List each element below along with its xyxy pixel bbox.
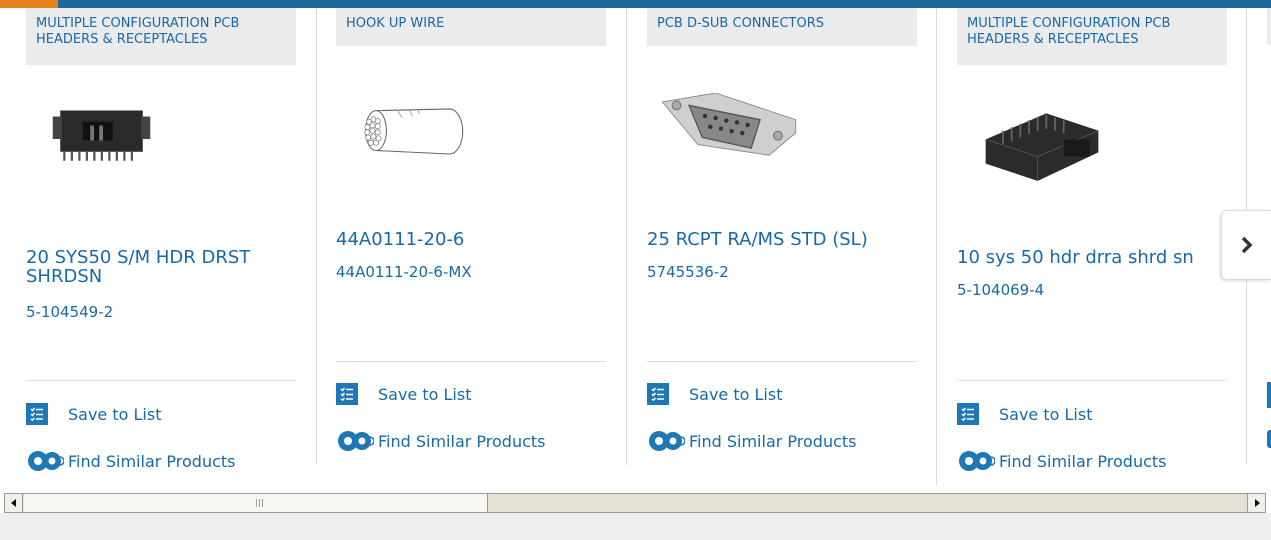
find-similar-button[interactable]: Find Similar Products bbox=[647, 428, 857, 454]
chevron-right-icon bbox=[1241, 237, 1252, 253]
scroll-right-button[interactable] bbox=[1247, 494, 1265, 512]
divider-line bbox=[647, 361, 917, 362]
product-carousel: MULTIPLE CONFIGURATION PCB HEADERS & REC… bbox=[0, 0, 1271, 490]
part-number[interactable]: 5-104549-2 bbox=[26, 303, 113, 321]
card-divider bbox=[626, 8, 627, 465]
product-image[interactable] bbox=[977, 103, 1107, 193]
save-to-list-label: Save to List bbox=[378, 384, 472, 404]
bottom-band bbox=[0, 513, 1271, 540]
triangle-right-icon bbox=[1254, 499, 1260, 507]
find-similar-label: Find Similar Products bbox=[378, 431, 546, 451]
product-image[interactable] bbox=[44, 103, 174, 193]
checklist-icon bbox=[647, 383, 669, 405]
find-similar-label: Find Similar Products bbox=[999, 451, 1167, 471]
find-similar-label: Find Similar Products bbox=[689, 431, 857, 451]
divider-line bbox=[336, 361, 606, 362]
save-to-list-label: Save to List bbox=[689, 384, 783, 404]
category-label[interactable]: HOOK UP WIRE bbox=[336, 8, 606, 46]
divider-line bbox=[957, 380, 1227, 381]
checklist-icon bbox=[957, 403, 979, 425]
find-similar-button[interactable]: Find Similar Products bbox=[336, 428, 546, 454]
part-number[interactable]: 44A0111-20-6-MX bbox=[336, 263, 472, 281]
card-divider bbox=[936, 8, 937, 485]
category-label[interactable]: PCB D-SUB CONNECTORS bbox=[647, 8, 917, 46]
product-title[interactable]: 44A0111-20-6 bbox=[336, 230, 606, 249]
next-card-checklist-icon bbox=[1267, 382, 1271, 408]
part-number[interactable]: 5-104069-4 bbox=[957, 281, 1044, 299]
scrollbar-thumb[interactable] bbox=[24, 494, 488, 512]
next-card-category bbox=[1267, 8, 1271, 45]
gears-icon bbox=[28, 451, 64, 471]
gears-icon bbox=[338, 431, 374, 451]
save-to-list-button[interactable]: Save to List bbox=[957, 403, 1092, 425]
product-card: MULTIPLE CONFIGURATION PCB HEADERS & REC… bbox=[957, 8, 1227, 471]
checklist-icon bbox=[336, 383, 358, 405]
save-to-list-label: Save to List bbox=[999, 404, 1093, 424]
product-card: MULTIPLE CONFIGURATION PCB HEADERS & REC… bbox=[26, 8, 296, 471]
horizontal-scrollbar[interactable] bbox=[4, 493, 1266, 513]
divider-line bbox=[26, 380, 296, 381]
scroll-left-button[interactable] bbox=[5, 494, 23, 512]
gears-icon bbox=[959, 451, 995, 471]
product-image[interactable] bbox=[659, 93, 799, 173]
card-divider bbox=[316, 8, 317, 465]
product-title[interactable]: 10 sys 50 hdr drra shrd sn bbox=[957, 248, 1227, 267]
save-to-list-button[interactable]: Save to List bbox=[336, 383, 471, 405]
scrollbar-grip bbox=[256, 499, 265, 507]
product-card: PCB D-SUB CONNECTORS 25 RCPT RA/MS STD (… bbox=[647, 8, 917, 451]
save-to-list-button[interactable]: Save to List bbox=[647, 383, 782, 405]
product-card: HOOK UP WIRE 44A0111-20-6 44A0111-20-6-M… bbox=[336, 8, 606, 451]
category-label[interactable]: MULTIPLE CONFIGURATION PCB HEADERS & REC… bbox=[26, 8, 296, 65]
carousel-next-button[interactable] bbox=[1221, 210, 1271, 280]
save-to-list-button[interactable]: Save to List bbox=[26, 403, 161, 425]
category-label[interactable]: MULTIPLE CONFIGURATION PCB HEADERS & REC… bbox=[957, 8, 1227, 65]
save-to-list-label: Save to List bbox=[68, 404, 162, 424]
triangle-left-icon bbox=[10, 499, 16, 507]
product-title[interactable]: 20 SYS50 S/M HDR DRST SHRDSN bbox=[26, 248, 296, 286]
product-image[interactable] bbox=[350, 93, 480, 163]
find-similar-button[interactable]: Find Similar Products bbox=[26, 448, 236, 474]
part-number[interactable]: 5745536-2 bbox=[647, 263, 729, 281]
checklist-icon bbox=[26, 403, 48, 425]
find-similar-button[interactable]: Find Similar Products bbox=[957, 448, 1167, 474]
next-card-gears-icon bbox=[1267, 430, 1271, 448]
find-similar-label: Find Similar Products bbox=[68, 451, 236, 471]
gears-icon bbox=[649, 431, 685, 451]
product-title[interactable]: 25 RCPT RA/MS STD (SL) bbox=[647, 230, 917, 249]
